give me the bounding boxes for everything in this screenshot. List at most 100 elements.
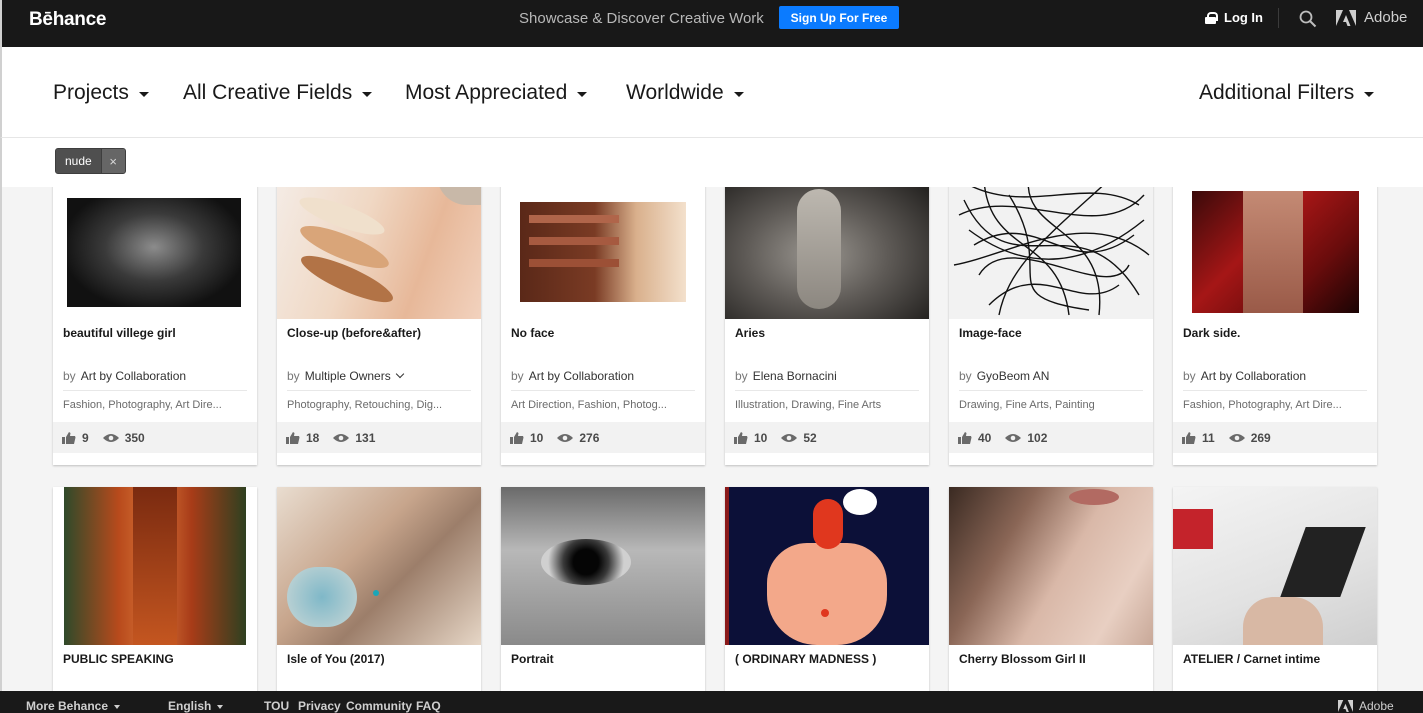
appreciation-icon	[958, 431, 972, 444]
views-icon	[102, 433, 119, 442]
caret-down-icon	[1364, 92, 1375, 97]
project-fields: Photography, Retouching, Dig...	[287, 390, 471, 411]
project-card[interactable]: PUBLIC SPEAKING	[53, 487, 257, 691]
project-card[interactable]: Portrait	[501, 487, 705, 691]
project-title[interactable]: Aries	[735, 326, 765, 340]
project-thumbnail[interactable]	[949, 487, 1153, 645]
creative-fields-filter-label: All Creative Fields	[183, 81, 353, 104]
project-card[interactable]: Dark side. by Art by Collaboration Fashio…	[1173, 187, 1377, 465]
filter-bar: Projects All Creative Fields Most Apprec…	[0, 47, 1423, 138]
tou-link[interactable]: TOU	[264, 699, 289, 713]
project-thumbnail[interactable]	[1173, 187, 1377, 319]
project-thumbnail[interactable]	[277, 487, 481, 645]
owner-name: Art by Collaboration	[80, 369, 187, 383]
project-fields: Fashion, Photography, Art Dire...	[63, 390, 247, 411]
project-title[interactable]: Portrait	[511, 652, 554, 666]
login-link[interactable]: Log In	[1205, 10, 1263, 25]
project-stats: 40 102	[949, 422, 1153, 453]
privacy-link[interactable]: Privacy	[298, 699, 341, 713]
appreciation-icon	[286, 431, 300, 444]
faq-link[interactable]: FAQ	[416, 699, 441, 713]
project-thumbnail[interactable]	[725, 487, 929, 645]
project-title[interactable]: Isle of You (2017)	[287, 652, 385, 666]
project-title[interactable]: PUBLIC SPEAKING	[63, 652, 174, 666]
by-label: by	[735, 369, 748, 383]
additional-filters[interactable]: Additional Filters	[1199, 81, 1375, 105]
project-owner[interactable]: by GyoBeom AN	[959, 369, 1049, 383]
appreciation-count: 10	[530, 430, 544, 445]
project-thumbnail[interactable]	[277, 187, 481, 319]
by-label: by	[287, 369, 300, 383]
tagline: Showcase & Discover Creative Work	[519, 10, 764, 27]
project-stats: 9 350	[53, 422, 257, 453]
caret-down-icon	[217, 704, 224, 709]
footer-adobe-link[interactable]: Adobe	[1338, 699, 1394, 713]
views-icon	[781, 433, 798, 442]
project-title[interactable]: beautiful villege girl	[63, 326, 176, 340]
project-card[interactable]: Isle of You (2017)	[277, 487, 481, 691]
lock-icon	[1205, 11, 1218, 24]
project-thumbnail[interactable]	[949, 187, 1153, 319]
creative-fields-filter[interactable]: All Creative Fields	[183, 81, 373, 105]
project-owner[interactable]: by Art by Collaboration	[511, 369, 634, 383]
appreciation-count: 9	[82, 430, 89, 445]
caret-down-icon	[577, 92, 588, 97]
project-fields: Fashion, Photography, Art Dire...	[1183, 390, 1367, 411]
project-thumbnail[interactable]	[501, 487, 705, 645]
view-count: 52	[803, 430, 817, 445]
project-owner[interactable]: by Art by Collaboration	[1183, 369, 1306, 383]
appreciation-count: 11	[1202, 430, 1215, 445]
project-thumbnail[interactable]	[501, 187, 705, 319]
remove-tag-icon[interactable]: ×	[100, 149, 125, 173]
project-title[interactable]: Close-up (before&after)	[287, 326, 421, 340]
signup-button[interactable]: Sign Up For Free	[779, 6, 899, 29]
search-icon[interactable]	[1299, 10, 1317, 28]
project-title[interactable]: ATELIER / Carnet intime	[1183, 652, 1320, 666]
project-card[interactable]: beautiful villege girl by Art by Collabor…	[53, 187, 257, 465]
projects-filter[interactable]: Projects	[53, 81, 149, 105]
owner-name: Elena Bornacini	[752, 369, 837, 383]
project-owner[interactable]: by Elena Bornacini	[735, 369, 837, 383]
by-label: by	[959, 369, 972, 383]
sort-filter-label: Most Appreciated	[405, 81, 568, 104]
project-owner[interactable]: by Multiple Owners	[287, 369, 404, 383]
sort-filter[interactable]: Most Appreciated	[405, 81, 588, 105]
project-thumbnail[interactable]	[1173, 487, 1377, 645]
project-card[interactable]: Image-face by GyoBeom AN Drawing, Fine Ar…	[949, 187, 1153, 465]
project-card[interactable]: ATELIER / Carnet intime	[1173, 487, 1377, 691]
project-fields: Drawing, Fine Arts, Painting	[959, 390, 1143, 411]
location-filter-label: Worldwide	[626, 81, 724, 104]
project-thumbnail[interactable]	[53, 187, 257, 319]
views-icon	[1228, 433, 1245, 442]
footer: More Behance English TOU Privacy Communi…	[0, 691, 1423, 713]
community-link[interactable]: Community	[346, 699, 412, 713]
project-title[interactable]: Cherry Blossom Girl II	[959, 652, 1086, 666]
project-card[interactable]: Close-up (before&after) by Multiple Owner…	[277, 187, 481, 465]
adobe-link[interactable]: Adobe	[1336, 9, 1407, 26]
project-stats: 10 276	[501, 422, 705, 453]
project-stats: 10 52	[725, 422, 929, 453]
project-title[interactable]: ( ORDINARY MADNESS )	[735, 652, 876, 666]
more-behance-menu[interactable]: More Behance	[26, 699, 121, 713]
location-filter[interactable]: Worldwide	[626, 81, 744, 105]
project-owner[interactable]: by Art by Collaboration	[63, 369, 186, 383]
language-menu[interactable]: English	[168, 699, 224, 713]
appreciation-count: 18	[306, 430, 320, 445]
project-card[interactable]: Cherry Blossom Girl II	[949, 487, 1153, 691]
appreciation-icon	[1182, 431, 1196, 444]
caret-down-icon	[362, 92, 373, 97]
additional-filters-label: Additional Filters	[1199, 81, 1355, 104]
project-title[interactable]: Image-face	[959, 326, 1022, 340]
project-card[interactable]: Aries by Elena Bornacini Illustration, Dr…	[725, 187, 929, 465]
views-icon	[557, 433, 574, 442]
project-card[interactable]: ( ORDINARY MADNESS )	[725, 487, 929, 691]
project-title[interactable]: Dark side.	[1183, 326, 1240, 340]
project-thumbnail[interactable]	[725, 187, 929, 319]
chevron-down-icon[interactable]	[395, 369, 404, 379]
project-thumbnail[interactable]	[53, 487, 257, 645]
language-label: English	[168, 699, 212, 713]
appreciation-icon	[510, 431, 524, 444]
project-card[interactable]: No face by Art by Collaboration Art Direc…	[501, 187, 705, 465]
behance-logo[interactable]: Bēhance	[29, 9, 106, 31]
project-title[interactable]: No face	[511, 326, 554, 340]
